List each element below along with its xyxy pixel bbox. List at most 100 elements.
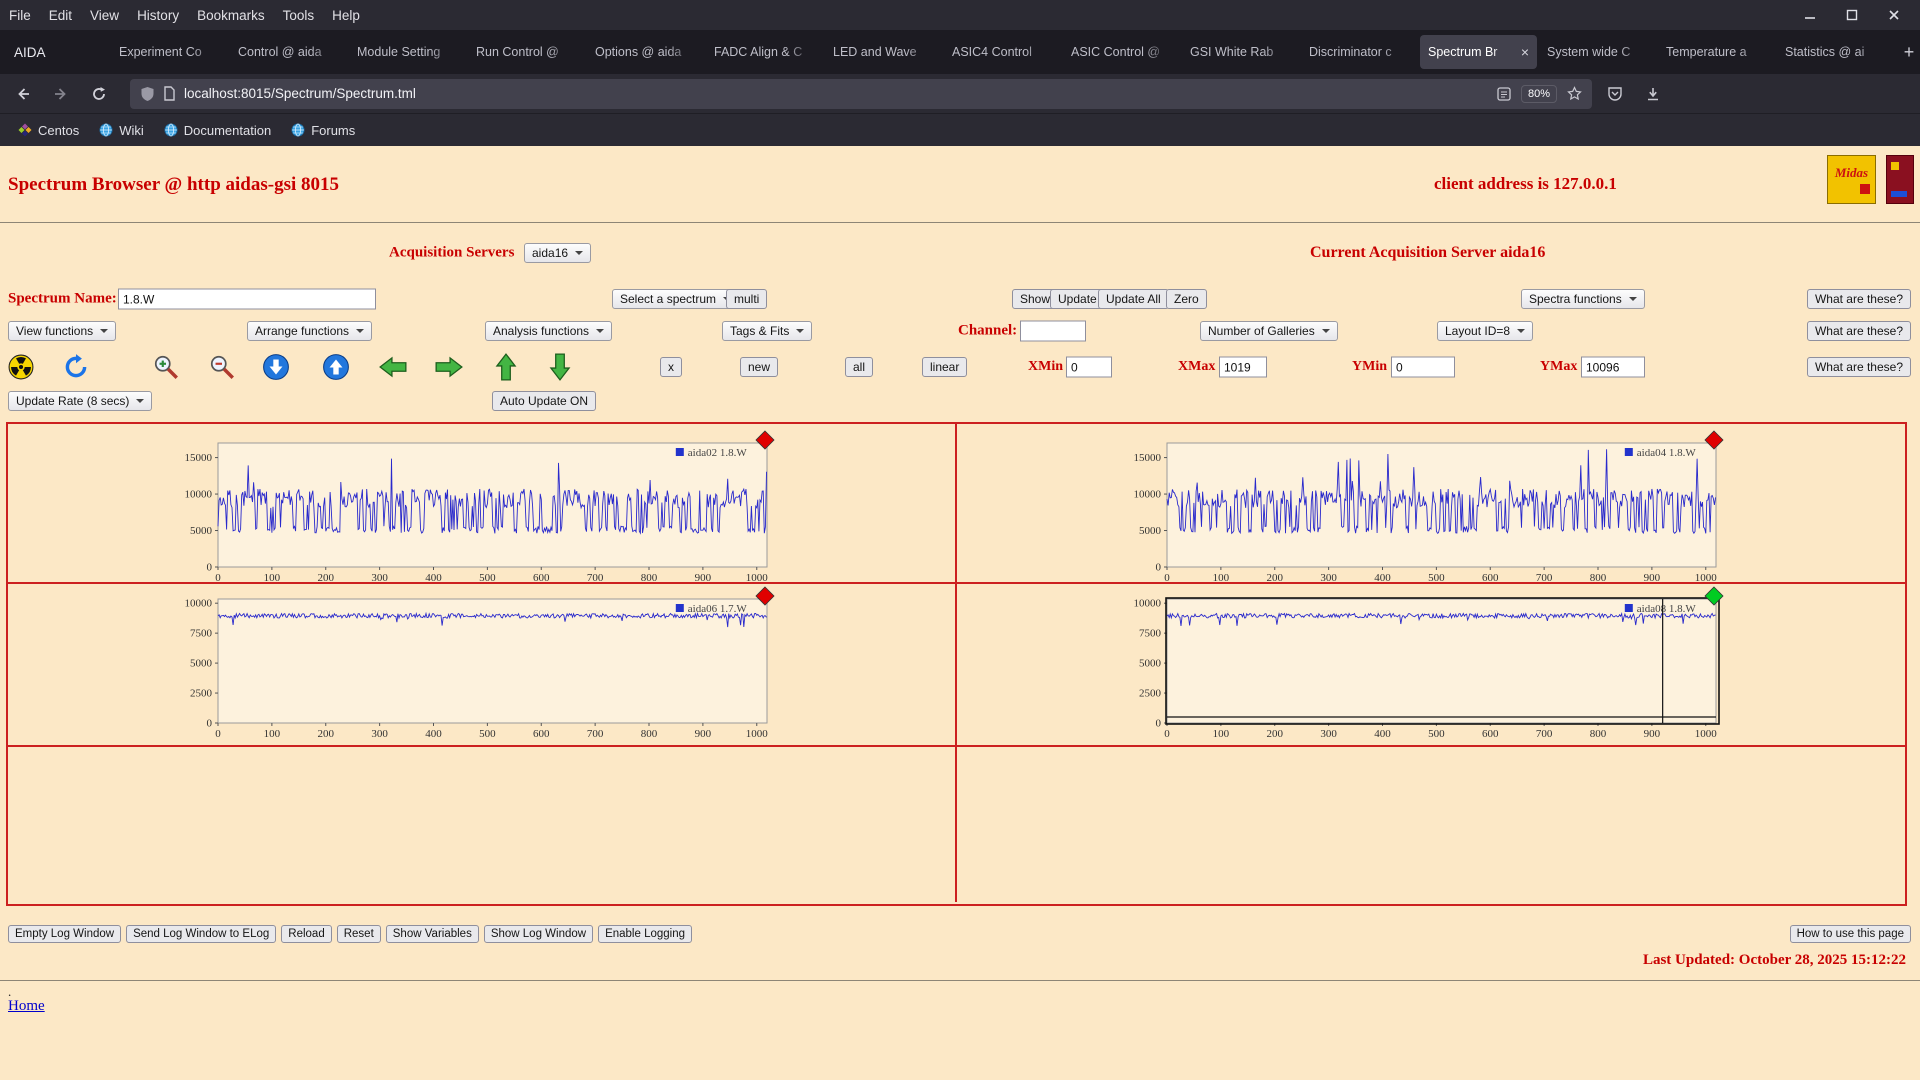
nav-up-icon[interactable] bbox=[494, 352, 518, 382]
url-text[interactable]: localhost:8015/Spectrum/Spectrum.tml bbox=[184, 86, 416, 101]
spectrum-chart-svg[interactable]: 0500010000150000100200300400500600700800… bbox=[166, 432, 773, 586]
how-to-use-button[interactable]: How to use this page bbox=[1790, 925, 1911, 943]
menu-help[interactable]: Help bbox=[323, 5, 369, 26]
tab-experiment-co[interactable]: Experiment Co bbox=[111, 35, 228, 69]
ymax-input[interactable] bbox=[1581, 357, 1645, 378]
reload-icon[interactable] bbox=[84, 79, 114, 109]
radiation-icon[interactable] bbox=[8, 354, 34, 380]
send-log-to-elog-button[interactable]: Send Log Window to ELog bbox=[126, 925, 276, 943]
gallery-chart[interactable]: 0250050007500100000100200300400500600700… bbox=[1115, 588, 1722, 742]
spectra-functions-dropdown[interactable]: Spectra functions bbox=[1521, 289, 1645, 309]
tab-discriminator-c[interactable]: Discriminator c bbox=[1301, 35, 1418, 69]
spectrum-chart-svg[interactable]: 0500010000150000100200300400500600700800… bbox=[1115, 432, 1722, 586]
tab-asic4-control[interactable]: ASIC4 Control bbox=[944, 35, 1061, 69]
gallery-cell-2[interactable]: 0500010000150000100200300400500600700800… bbox=[957, 424, 1906, 584]
new-button[interactable]: new bbox=[740, 357, 778, 377]
downloads-icon[interactable] bbox=[1638, 79, 1668, 109]
tab-options-aida[interactable]: Options @ aida bbox=[587, 35, 704, 69]
nav-left-icon[interactable] bbox=[378, 355, 408, 379]
xmax-input[interactable] bbox=[1219, 357, 1267, 378]
spectrum-chart-svg[interactable]: 0250050007500100000100200300400500600700… bbox=[166, 588, 773, 742]
menu-tools[interactable]: Tools bbox=[274, 5, 324, 26]
update-rate-dropdown[interactable]: Update Rate (8 secs) bbox=[8, 391, 152, 411]
ymin-input[interactable] bbox=[1391, 357, 1455, 378]
refresh-icon[interactable] bbox=[62, 353, 90, 381]
reload-page-button[interactable]: Reload bbox=[281, 925, 331, 943]
minimize-icon[interactable] bbox=[1804, 9, 1816, 21]
spectrum-chart-svg[interactable]: 0250050007500100000100200300400500600700… bbox=[1115, 588, 1722, 742]
url-bar[interactable]: localhost:8015/Spectrum/Spectrum.tml 80% bbox=[130, 79, 1592, 109]
xmin-input[interactable] bbox=[1066, 357, 1112, 378]
maximize-icon[interactable] bbox=[1846, 9, 1858, 21]
zoom-in-icon[interactable] bbox=[152, 353, 180, 381]
tab-asic-control[interactable]: ASIC Control @ bbox=[1063, 35, 1180, 69]
gallery-chart[interactable]: 0250050007500100000100200300400500600700… bbox=[166, 588, 773, 742]
menu-file[interactable]: File bbox=[0, 5, 40, 26]
bookmark-star-icon[interactable] bbox=[1567, 86, 1582, 101]
gallery-cell-4[interactable]: 0250050007500100000100200300400500600700… bbox=[957, 584, 1906, 747]
x-button[interactable]: x bbox=[660, 357, 682, 377]
what-are-these-button-2[interactable]: What are these? bbox=[1807, 321, 1911, 341]
what-are-these-button-3[interactable]: What are these? bbox=[1807, 357, 1911, 377]
menu-edit[interactable]: Edit bbox=[40, 5, 81, 26]
update-button[interactable]: Update bbox=[1050, 289, 1105, 309]
tab-statistics-ai[interactable]: Statistics @ ai bbox=[1777, 35, 1894, 69]
reset-button[interactable]: Reset bbox=[337, 925, 381, 943]
nav-right-icon[interactable] bbox=[434, 355, 464, 379]
tab-system-wide-c[interactable]: System wide C bbox=[1539, 35, 1656, 69]
bookmark-documentation[interactable]: Documentation bbox=[156, 120, 279, 141]
forward-button[interactable] bbox=[46, 79, 76, 109]
tab-temperature-a[interactable]: Temperature a bbox=[1658, 35, 1775, 69]
gallery-chart[interactable]: 0500010000150000100200300400500600700800… bbox=[1115, 432, 1722, 586]
acquisition-server-select[interactable]: aida16 bbox=[524, 243, 591, 263]
menu-bookmarks[interactable]: Bookmarks bbox=[188, 5, 274, 26]
gallery-cell-1[interactable]: 0500010000150000100200300400500600700800… bbox=[8, 424, 957, 584]
what-are-these-button-1[interactable]: What are these? bbox=[1807, 289, 1911, 309]
tracking-shield-icon[interactable] bbox=[140, 86, 155, 102]
gallery-up-icon[interactable] bbox=[322, 353, 350, 381]
pocket-icon[interactable] bbox=[1600, 79, 1630, 109]
channel-input[interactable] bbox=[1020, 321, 1086, 342]
enable-logging-button[interactable]: Enable Logging bbox=[598, 925, 692, 943]
analysis-functions-dropdown[interactable]: Analysis functions bbox=[485, 321, 612, 341]
tab-fadc-align-c[interactable]: FADC Align & C bbox=[706, 35, 823, 69]
layout-id-dropdown[interactable]: Layout ID=8 bbox=[1437, 321, 1533, 341]
linear-button[interactable]: linear bbox=[922, 357, 967, 377]
close-icon[interactable] bbox=[1888, 9, 1900, 21]
multi-button[interactable]: multi bbox=[726, 289, 767, 309]
home-link[interactable]: Home bbox=[8, 998, 45, 1015]
show-variables-button[interactable]: Show Variables bbox=[386, 925, 479, 943]
back-button[interactable] bbox=[8, 79, 38, 109]
bookmark-centos[interactable]: Centos bbox=[10, 120, 87, 141]
number-of-galleries-dropdown[interactable]: Number of Galleries bbox=[1200, 321, 1338, 341]
site-info-icon[interactable] bbox=[163, 86, 176, 101]
nav-down-icon[interactable] bbox=[548, 352, 572, 382]
gallery-chart[interactable]: 0500010000150000100200300400500600700800… bbox=[166, 432, 773, 586]
menu-history[interactable]: History bbox=[128, 5, 188, 26]
arrange-functions-dropdown[interactable]: Arrange functions bbox=[247, 321, 372, 341]
all-button[interactable]: all bbox=[845, 357, 873, 377]
tab-led-and-wave[interactable]: LED and Wave bbox=[825, 35, 942, 69]
tags-fits-dropdown[interactable]: Tags & Fits bbox=[722, 321, 812, 341]
zero-button[interactable]: Zero bbox=[1166, 289, 1207, 309]
empty-log-window-button[interactable]: Empty Log Window bbox=[8, 925, 121, 943]
update-all-button[interactable]: Update All bbox=[1098, 289, 1169, 309]
tab-spectrum-br[interactable]: Spectrum Br× bbox=[1420, 35, 1537, 69]
show-log-window-button[interactable]: Show Log Window bbox=[484, 925, 593, 943]
spectrum-name-input[interactable] bbox=[118, 289, 376, 310]
tab-run-control[interactable]: Run Control @ bbox=[468, 35, 585, 69]
tab-gsi-white-rab[interactable]: GSI White Rab bbox=[1182, 35, 1299, 69]
reader-mode-icon[interactable] bbox=[1497, 87, 1511, 101]
new-tab-button[interactable]: + bbox=[1895, 38, 1920, 66]
gallery-down-icon[interactable] bbox=[262, 353, 290, 381]
menu-view[interactable]: View bbox=[81, 5, 128, 26]
auto-update-button[interactable]: Auto Update ON bbox=[492, 391, 596, 411]
tab-control-aida[interactable]: Control @ aida bbox=[230, 35, 347, 69]
zoom-out-icon[interactable] bbox=[208, 353, 236, 381]
select-spectrum-dropdown[interactable]: Select a spectrum bbox=[612, 289, 739, 309]
zoom-level-badge[interactable]: 80% bbox=[1521, 85, 1557, 103]
tab-close-icon[interactable]: × bbox=[1521, 45, 1529, 59]
bookmark-wiki[interactable]: Wiki bbox=[91, 120, 152, 141]
tab-module-setting[interactable]: Module Setting bbox=[349, 35, 466, 69]
bookmark-forums[interactable]: Forums bbox=[283, 120, 363, 141]
